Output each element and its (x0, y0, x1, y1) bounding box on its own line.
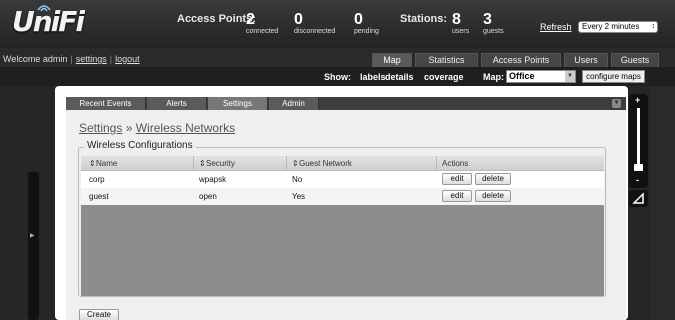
zoom-in-icon[interactable]: + (635, 95, 640, 105)
pending-count: 0 (354, 11, 363, 28)
table-header: ⇕ Name ⇕ Security ⇕ Guest Network Action… (81, 156, 604, 171)
row-security: open (199, 192, 217, 201)
welcome-bar: Welcome admin | settings | logout (3, 54, 140, 64)
welcome-text: Welcome admin (3, 54, 68, 64)
delete-button[interactable]: delete (475, 173, 511, 185)
column-actions: Actions (442, 159, 469, 168)
row-name: guest (89, 192, 109, 201)
breadcrumb-separator: » (125, 121, 133, 135)
map-select[interactable]: Office ▼ (506, 70, 576, 83)
map-toolbar: Show: labels details coverage Map: Offic… (0, 67, 675, 86)
row-guest-network: No (292, 175, 303, 184)
show-details-toggle[interactable]: details (385, 72, 414, 82)
breadcrumb: Settings » Wireless Networks (79, 121, 235, 135)
sort-icon: ⇕ (292, 159, 299, 168)
left-sidebar-handle[interactable] (28, 172, 39, 320)
edit-button[interactable]: edit (442, 190, 472, 202)
top-bar: UniFi Access Points: 2 connected 0 disco… (0, 0, 675, 48)
column-security[interactable]: Security (206, 159, 235, 168)
measure-tool[interactable] (629, 190, 648, 207)
expand-arrow-icon[interactable]: ▶ (30, 232, 35, 239)
guests-count: 3 (483, 11, 492, 28)
sort-icon: ⇕ (199, 159, 206, 168)
disconnected-label: disconnected (294, 28, 336, 35)
breadcrumb-settings[interactable]: Settings (79, 121, 122, 135)
show-coverage-toggle[interactable]: coverage (424, 72, 464, 82)
measure-icon (632, 192, 644, 204)
disconnected-count: 0 (294, 11, 303, 28)
row-guest-network: Yes (292, 192, 306, 201)
logout-link[interactable]: logout (115, 54, 140, 64)
refresh-link[interactable]: Refresh (540, 22, 572, 32)
map-label: Map: (483, 72, 504, 82)
connected-label: connected (246, 28, 279, 35)
table-row: guest open Yes edit delete (81, 188, 604, 205)
access-points-label: Access Points: (177, 13, 256, 25)
sort-icon: ⇕ (89, 159, 96, 168)
users-label: users (452, 28, 470, 35)
show-labels-toggle[interactable]: labels (360, 72, 386, 82)
right-map-edge (650, 86, 675, 320)
tab-admin[interactable]: Admin (269, 97, 319, 110)
collapse-icon[interactable]: ▼ (612, 99, 621, 108)
tab-alerts[interactable]: Alerts (147, 97, 207, 110)
users-count: 8 (452, 11, 461, 28)
fieldset-title: Wireless Configurations (84, 140, 196, 151)
breadcrumb-wireless-networks[interactable]: Wireless Networks (136, 121, 235, 135)
tab-access-points[interactable]: Access Points (481, 53, 561, 67)
column-name[interactable]: Name (96, 159, 117, 168)
table-row: corp wpapsk No edit delete (81, 171, 604, 188)
guests-label: guests (483, 28, 504, 35)
configure-maps-button[interactable]: configure maps (582, 70, 645, 83)
row-security: wpapsk (199, 175, 227, 184)
table-empty-area (81, 205, 604, 296)
edit-button[interactable]: edit (442, 173, 472, 185)
stats-bar: Access Points: 2 connected 0 disconnecte… (160, 0, 675, 48)
tab-guests[interactable]: Guests (611, 53, 659, 67)
settings-link[interactable]: settings (76, 54, 107, 64)
wifi-icon (37, 5, 51, 12)
tab-settings[interactable]: Settings (208, 97, 268, 110)
row-name: corp (89, 175, 105, 184)
tab-statistics[interactable]: Statistics (415, 53, 478, 67)
create-button[interactable]: Create (79, 309, 119, 320)
pending-label: pending (354, 28, 379, 35)
chevron-down-icon: ▼ (565, 71, 575, 82)
connected-count: 2 (246, 11, 255, 28)
map-select-value: Office (509, 71, 535, 81)
zoom-slider-handle[interactable] (634, 164, 643, 171)
tab-map[interactable]: Map (372, 53, 412, 67)
panel-tabs: Recent Events Alerts Settings Admin (66, 97, 626, 110)
refresh-interval-select[interactable]: Every 2 minutes (578, 21, 658, 33)
stations-label: Stations: (400, 13, 448, 25)
delete-button[interactable]: delete (475, 190, 511, 202)
tab-users[interactable]: Users (564, 53, 608, 67)
zoom-out-icon[interactable]: - (636, 175, 639, 185)
tab-recent-events[interactable]: Recent Events (66, 97, 146, 110)
column-guest-network[interactable]: Guest Network (299, 159, 352, 168)
show-label: Show: (324, 72, 351, 82)
zoom-slider-track[interactable] (637, 108, 640, 170)
